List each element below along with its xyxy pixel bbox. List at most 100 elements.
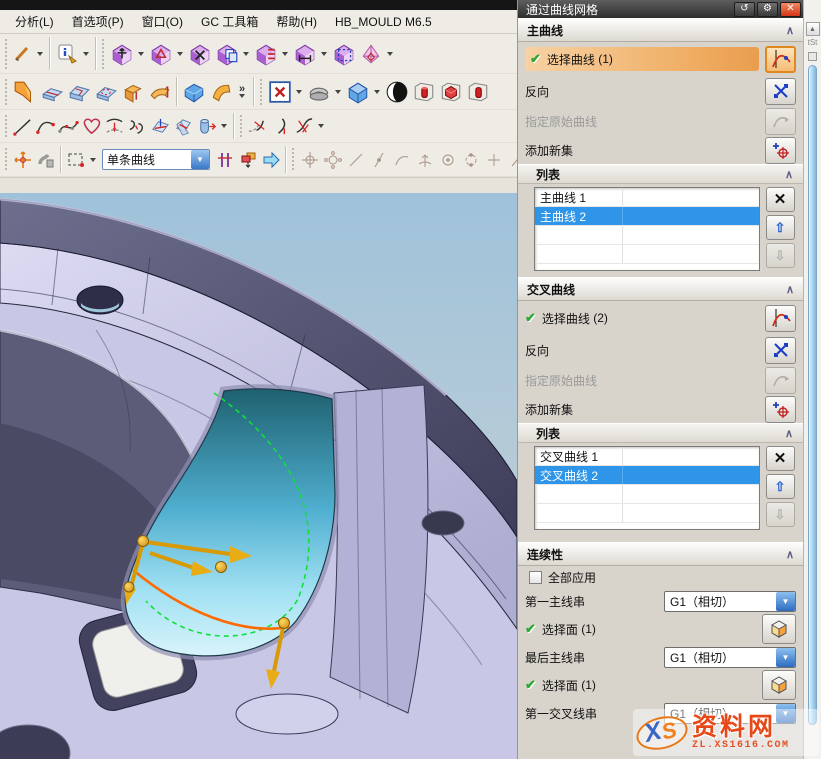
toolbar-grip[interactable]: [4, 114, 9, 138]
dock-scroll-up-button[interactable]: ▲: [806, 22, 820, 36]
selection-filter-combo[interactable]: 单条曲线 ▼: [102, 149, 210, 170]
dropdown-caret[interactable]: [138, 52, 144, 56]
rotate-snap-icon[interactable]: [321, 148, 344, 171]
center-snap-icon[interactable]: [436, 148, 459, 171]
reset-icon[interactable]: ↺: [734, 2, 755, 17]
list-item-empty[interactable]: [535, 245, 759, 264]
combine-curve-icon[interactable]: [126, 115, 149, 138]
dock-mini-icon[interactable]: [808, 52, 817, 61]
spline-icon[interactable]: [57, 115, 80, 138]
menu-help[interactable]: 帮助(H): [267, 11, 326, 32]
menu-analysis[interactable]: 分析(L): [6, 11, 63, 32]
list-box[interactable]: 交叉曲线 1 交叉曲线 2: [534, 446, 760, 530]
red-cube-box-icon[interactable]: [437, 78, 464, 105]
collapse-icon[interactable]: ∧: [785, 427, 793, 440]
remove-item-button[interactable]: ✕: [766, 187, 795, 212]
origin-curve-button[interactable]: [765, 108, 796, 135]
fit-view-box-icon[interactable]: [266, 78, 293, 105]
origin-curve-button[interactable]: [765, 367, 796, 394]
show-cylinder-box-icon[interactable]: [410, 78, 437, 105]
view-cube-icon[interactable]: [344, 78, 371, 105]
curve-select-button[interactable]: [765, 305, 796, 332]
cross-list-header[interactable]: 列表 ∧: [518, 423, 803, 443]
face-select-button[interactable]: [762, 670, 796, 700]
project-curve-icon[interactable]: [103, 115, 126, 138]
main-select-curve-active[interactable]: ✔ 选择曲线 (1): [525, 47, 759, 71]
group-cross-curves[interactable]: 交叉曲线 ∧: [518, 277, 803, 301]
section-plane-curve-icon[interactable]: [149, 115, 172, 138]
intersect-plane-icon[interactable]: [172, 115, 195, 138]
list-item-selected[interactable]: 主曲线 2: [535, 207, 759, 226]
list-item-empty[interactable]: [535, 485, 759, 504]
trim-curve-icon[interactable]: [292, 115, 315, 138]
toolbar-grip[interactable]: [291, 147, 296, 172]
slot-slab-icon[interactable]: [65, 78, 92, 105]
move-up-button[interactable]: ⇧: [766, 215, 795, 240]
dropdown-caret[interactable]: [37, 52, 43, 56]
menu-gc-toolbox[interactable]: GC 工具箱: [192, 11, 267, 32]
list-item-selected[interactable]: 交叉曲线 2: [535, 466, 759, 485]
copy-face-cube-icon[interactable]: [213, 40, 240, 67]
toolbar-grip[interactable]: [101, 38, 106, 69]
list-item-empty[interactable]: [535, 504, 759, 523]
note-info-icon[interactable]: [53, 40, 80, 67]
toolbar-grip[interactable]: [239, 114, 244, 138]
dropdown-caret[interactable]: [374, 90, 380, 94]
add-new-set-button[interactable]: [765, 137, 796, 164]
menu-preferences[interactable]: 首选项(P): [63, 11, 133, 32]
dialog-titlebar[interactable]: 通过曲线网格 ↺ ⚙ ✕: [518, 0, 803, 18]
bridge-curve-icon[interactable]: [246, 115, 269, 138]
prism-icon[interactable]: [357, 40, 384, 67]
quadrant-snap-icon[interactable]: [459, 148, 482, 171]
list-item[interactable]: 交叉曲线 1: [535, 447, 759, 466]
dock-slider-bar[interactable]: [808, 65, 817, 725]
arc-icon[interactable]: [34, 115, 57, 138]
joined-curve-icon[interactable]: [269, 115, 292, 138]
graphics-viewport[interactable]: [0, 193, 517, 759]
flange-slab-icon[interactable]: [146, 78, 173, 105]
gear-icon[interactable]: ⚙: [757, 2, 778, 17]
go-arrow-icon[interactable]: [259, 148, 282, 171]
dropdown-caret[interactable]: [90, 158, 96, 162]
move-face-cube-icon[interactable]: [108, 40, 135, 67]
toolbar-grip[interactable]: [4, 38, 9, 69]
group-continuity[interactable]: 连续性 ∧: [518, 542, 803, 566]
group-main-curves[interactable]: 主曲线 ∧: [518, 18, 803, 42]
remove-item-button[interactable]: ✕: [766, 446, 795, 471]
dropdown-caret[interactable]: [318, 124, 324, 128]
dropdown-caret[interactable]: [387, 52, 393, 56]
line-icon[interactable]: [11, 115, 34, 138]
list-item-empty[interactable]: [535, 226, 759, 245]
sketch-icon[interactable]: [11, 42, 34, 65]
reverse-direction-button[interactable]: [765, 78, 796, 105]
bounded-plane-icon[interactable]: [180, 78, 207, 105]
dropdown-caret[interactable]: [282, 52, 288, 56]
dropdown-caret[interactable]: [221, 124, 227, 128]
rect-select-icon[interactable]: [64, 148, 87, 171]
artistic-curve-icon[interactable]: [80, 115, 103, 138]
dropdown-caret[interactable]: [177, 52, 183, 56]
curve-select-button[interactable]: [765, 46, 796, 73]
collapse-icon[interactable]: ∧: [786, 24, 794, 37]
face-list-cube-icon[interactable]: [252, 40, 279, 67]
pocket-slab-icon[interactable]: [92, 78, 119, 105]
snap-move-icon[interactable]: [11, 148, 34, 171]
toolbar-grip[interactable]: [259, 78, 264, 105]
last-primary-dropdown[interactable]: G1（相切） ▼: [664, 647, 796, 668]
collapse-icon[interactable]: ∧: [786, 283, 794, 296]
toolbar-grip[interactable]: [4, 78, 9, 105]
hide-cylinder-box-icon[interactable]: [464, 78, 491, 105]
swoop-icon[interactable]: [207, 78, 234, 105]
dropdown-caret[interactable]: [243, 52, 249, 56]
close-icon[interactable]: ✕: [780, 2, 801, 17]
move-down-button[interactable]: ⇩: [766, 502, 795, 527]
first-primary-dropdown[interactable]: G1（相切） ▼: [664, 591, 796, 612]
chain-filter-icon[interactable]: [236, 148, 259, 171]
list-box[interactable]: 主曲线 1 主曲线 2: [534, 187, 760, 271]
collapse-icon[interactable]: ∧: [786, 548, 794, 561]
menu-window[interactable]: 窗口(O): [133, 11, 192, 32]
collapse-icon[interactable]: ∧: [785, 168, 793, 181]
delete-face-cube-icon[interactable]: [186, 40, 213, 67]
apply-all-checkbox[interactable]: [529, 571, 542, 584]
move-up-button[interactable]: ⇧: [766, 474, 795, 499]
